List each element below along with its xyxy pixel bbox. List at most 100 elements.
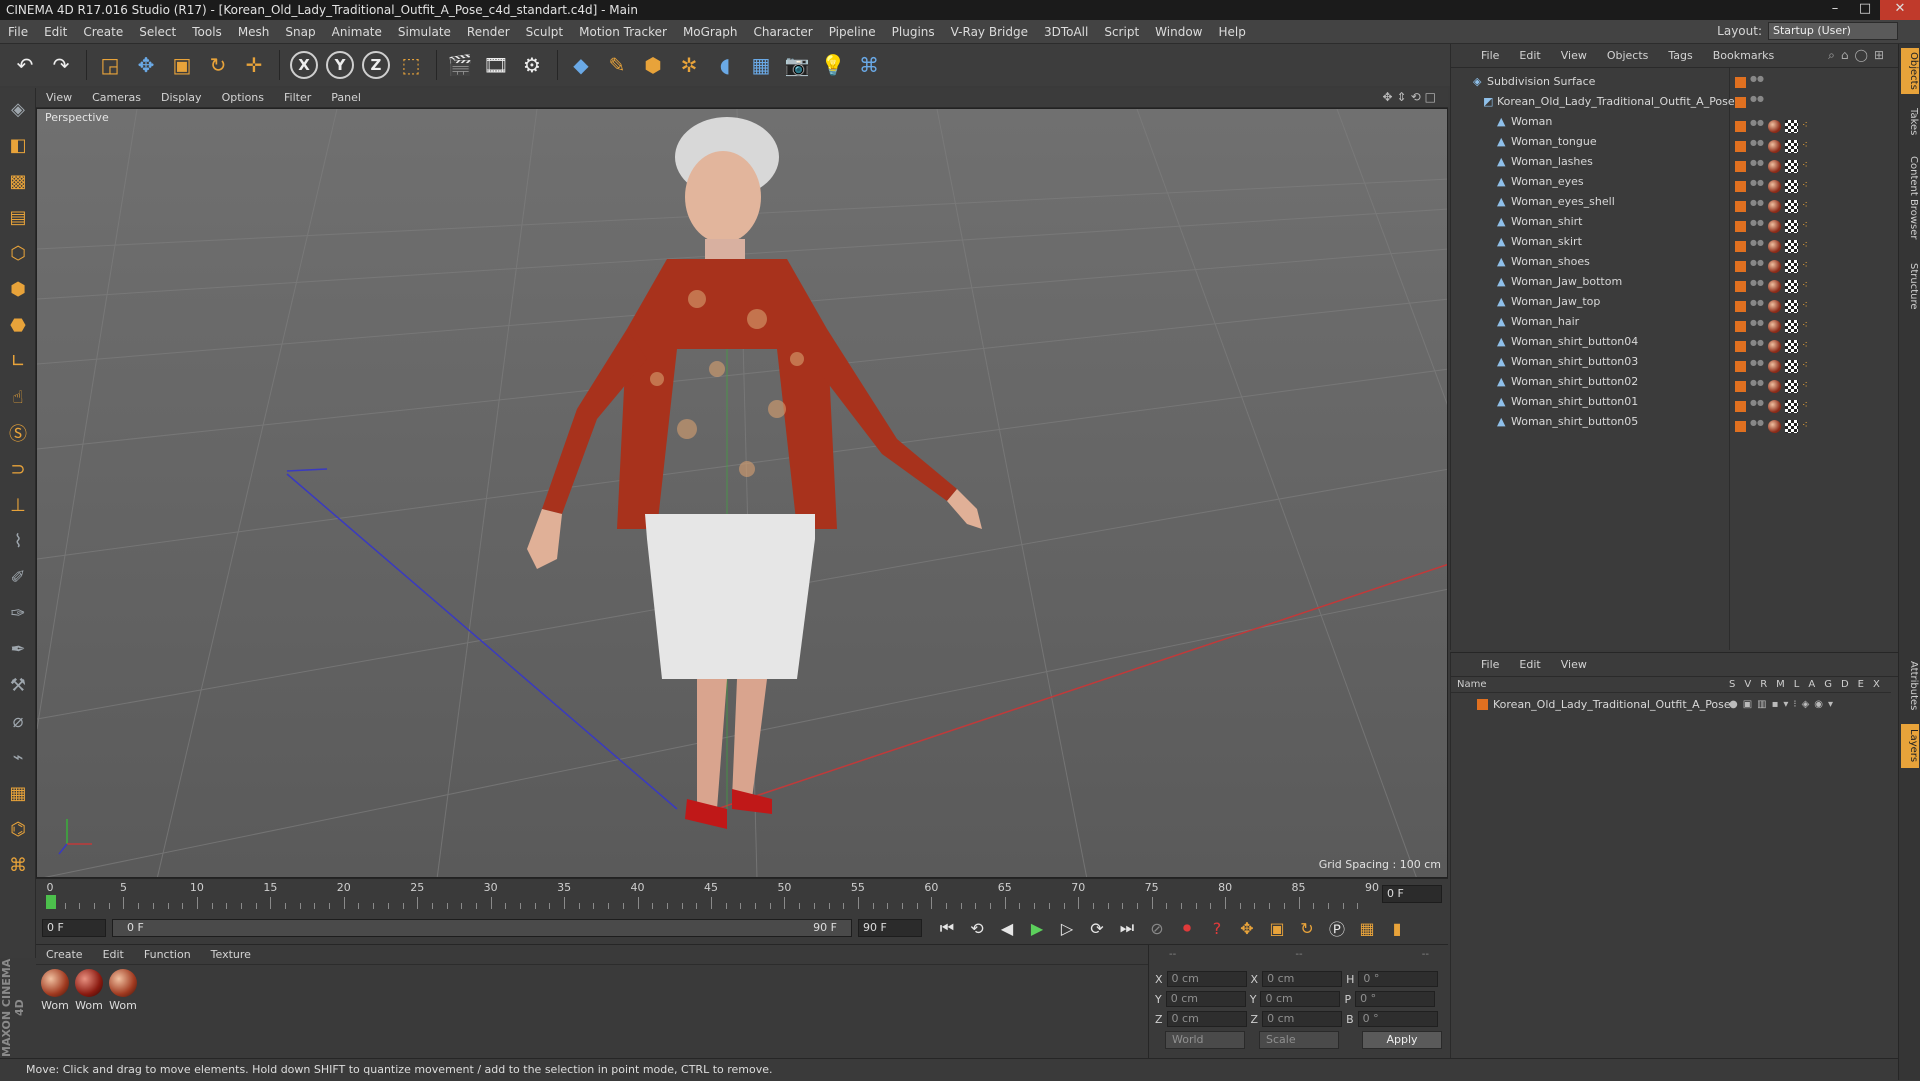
layer-color-swatch[interactable]	[1477, 699, 1488, 710]
viewport-menu-options[interactable]: Options	[212, 91, 274, 104]
viewport-menu-display[interactable]: Display	[151, 91, 212, 104]
checkerboard-icon[interactable]: ▦	[3, 778, 33, 808]
selection-tag-icon[interactable]: ⁖	[1802, 416, 1808, 436]
material-swatch[interactable]: Wom	[74, 969, 104, 1012]
uv-icon[interactable]: ⌬	[3, 814, 33, 844]
object-row[interactable]: ▲ Woman_shirt_button03 ●● ⁖	[1451, 352, 1891, 373]
viewport-menu-panel[interactable]: Panel	[321, 91, 371, 104]
visibility-dots-icon[interactable]: ●●	[1750, 339, 1764, 352]
visibility-dots-icon[interactable]: ●●	[1750, 119, 1764, 132]
visibility-dots-icon[interactable]: ●●	[1750, 359, 1764, 372]
menu-sculpt[interactable]: Sculpt	[518, 20, 571, 44]
render-picture-viewer-icon[interactable]: 🎞	[479, 48, 513, 82]
material-tag-icon[interactable]	[1768, 299, 1781, 313]
viewport-nav-icons[interactable]: ✥⇕⟲□	[1382, 90, 1440, 104]
layer-color-swatch[interactable]	[1735, 420, 1746, 432]
model-mode-icon[interactable]: ◧	[3, 130, 33, 160]
om-menu-bookmarks[interactable]: Bookmarks	[1703, 49, 1784, 62]
material-tag-icon[interactable]	[1768, 419, 1781, 433]
menu-file[interactable]: File	[0, 20, 36, 44]
texture-tag-icon[interactable]	[1785, 139, 1798, 153]
object-row[interactable]: ▲ Woman_shirt_button01 ●● ⁖	[1451, 392, 1891, 413]
menu-tools[interactable]: Tools	[184, 20, 230, 44]
material-tag-icon[interactable]	[1768, 359, 1781, 373]
menu-edit[interactable]: Edit	[36, 20, 75, 44]
material-swatch[interactable]: Wom	[40, 969, 70, 1012]
polygons-mode-icon[interactable]: ⬣	[3, 310, 33, 340]
layer-color-swatch[interactable]	[1735, 320, 1746, 332]
material-swatch[interactable]: Wom	[108, 969, 138, 1012]
key-position-icon[interactable]: ✥	[1234, 915, 1260, 941]
scale-tool-icon[interactable]: ▣	[165, 48, 199, 82]
layer-color-swatch[interactable]	[1735, 360, 1746, 372]
go-to-start-icon[interactable]: ⏮	[934, 915, 960, 941]
visibility-dots-icon[interactable]: ●●	[1750, 139, 1764, 152]
size-x-field[interactable]: 0 cm	[1262, 971, 1343, 987]
visibility-dots-icon[interactable]: ●●	[1750, 259, 1764, 272]
rotation-h-field[interactable]: 0 °	[1358, 971, 1439, 987]
object-row[interactable]: ▲ Woman_shirt_button02 ●● ⁖	[1451, 372, 1891, 393]
material-tag-icon[interactable]	[1768, 319, 1781, 333]
previous-frame-icon[interactable]: ◀	[994, 915, 1020, 941]
texture-tag-icon[interactable]	[1785, 399, 1798, 413]
workplane-mode-icon[interactable]: ▤	[3, 202, 33, 232]
record-keys-icon[interactable]: ⊘	[1144, 915, 1170, 941]
maximize-icon[interactable]: □	[1850, 0, 1880, 20]
menu-character[interactable]: Character	[745, 20, 820, 44]
material-menu-edit[interactable]: Edit	[93, 948, 134, 961]
material-tag-icon[interactable]	[1768, 379, 1781, 393]
play-icon[interactable]: ▶	[1024, 915, 1050, 941]
material-tag-icon[interactable]	[1768, 139, 1781, 153]
key-rotation-icon[interactable]: ↻	[1294, 915, 1320, 941]
layer-color-swatch[interactable]	[1735, 160, 1746, 172]
cube-icon[interactable]: ◆	[564, 48, 598, 82]
close-icon[interactable]: ✕	[1880, 0, 1920, 20]
live-selection-icon[interactable]: ◲	[93, 48, 127, 82]
position-z-field[interactable]: 0 cm	[1166, 1011, 1247, 1027]
object-row[interactable]: ▲ Woman_Jaw_top ●● ⁖	[1451, 292, 1891, 313]
layer-color-swatch[interactable]	[1735, 96, 1746, 108]
keyframe-selection-icon[interactable]: ?	[1204, 915, 1230, 941]
position-x-field[interactable]: 0 cm	[1166, 971, 1247, 987]
layer-color-swatch[interactable]	[1735, 300, 1746, 312]
camera-icon[interactable]: 📷	[780, 48, 814, 82]
autokeying-icon[interactable]: ⏺	[1174, 915, 1200, 941]
grab-brush-icon[interactable]: ⌁	[3, 742, 33, 772]
visibility-dots-icon[interactable]: ●●	[1750, 219, 1764, 232]
tab-objects[interactable]: Objects	[1901, 48, 1919, 94]
texture-mode-icon[interactable]: ▩	[3, 166, 33, 196]
subdivision-surface-icon[interactable]: ⬢	[636, 48, 670, 82]
layer-color-swatch[interactable]	[1735, 220, 1746, 232]
viewport-menu-view[interactable]: View	[36, 91, 82, 104]
rotation-p-field[interactable]: 0 °	[1355, 991, 1436, 1007]
material-tag-icon[interactable]	[1768, 179, 1781, 193]
visibility-dots-icon[interactable]: ●●	[1750, 159, 1764, 172]
layer-color-swatch[interactable]	[1735, 400, 1746, 412]
layer-color-swatch[interactable]	[1735, 140, 1746, 152]
pull-brush-icon[interactable]: ✒	[3, 634, 33, 664]
size-y-field[interactable]: 0 cm	[1260, 991, 1341, 1007]
material-tag-icon[interactable]	[1768, 279, 1781, 293]
make-editable-icon[interactable]: ◈	[3, 94, 33, 124]
material-tag-icon[interactable]	[1768, 199, 1781, 213]
redo-icon[interactable]: ↷	[44, 48, 78, 82]
key-parameter-icon[interactable]: Ⓟ	[1324, 915, 1350, 941]
material-tag-icon[interactable]	[1768, 219, 1781, 233]
object-row[interactable]: ▲ Woman_eyes ●● ⁖	[1451, 172, 1891, 193]
scale-mode-dropdown[interactable]: Scale	[1259, 1031, 1339, 1049]
menu-pipeline[interactable]: Pipeline	[821, 20, 884, 44]
material-menu-texture[interactable]: Texture	[201, 948, 261, 961]
render-settings-icon[interactable]: ⚙	[515, 48, 549, 82]
texture-tag-icon[interactable]	[1785, 279, 1798, 293]
object-row[interactable]: ▲ Woman_shirt_button05 ●● ⁖	[1451, 412, 1891, 433]
om-toolbar-icons[interactable]: ⌕⌂◯⊞	[1828, 48, 1890, 63]
frame-range-slider[interactable]: 0 F 90 F	[112, 919, 852, 937]
object-row[interactable]: ▲ Woman_skirt ●● ⁖	[1451, 232, 1891, 253]
visibility-dots-icon[interactable]: ●●	[1750, 279, 1764, 292]
menu-plugins[interactable]: Plugins	[884, 20, 943, 44]
texture-tag-icon[interactable]	[1785, 259, 1798, 273]
layer-color-swatch[interactable]	[1735, 120, 1746, 132]
texture-tag-icon[interactable]	[1785, 419, 1798, 433]
menu-simulate[interactable]: Simulate	[390, 20, 459, 44]
texture-tag-icon[interactable]	[1785, 159, 1798, 173]
